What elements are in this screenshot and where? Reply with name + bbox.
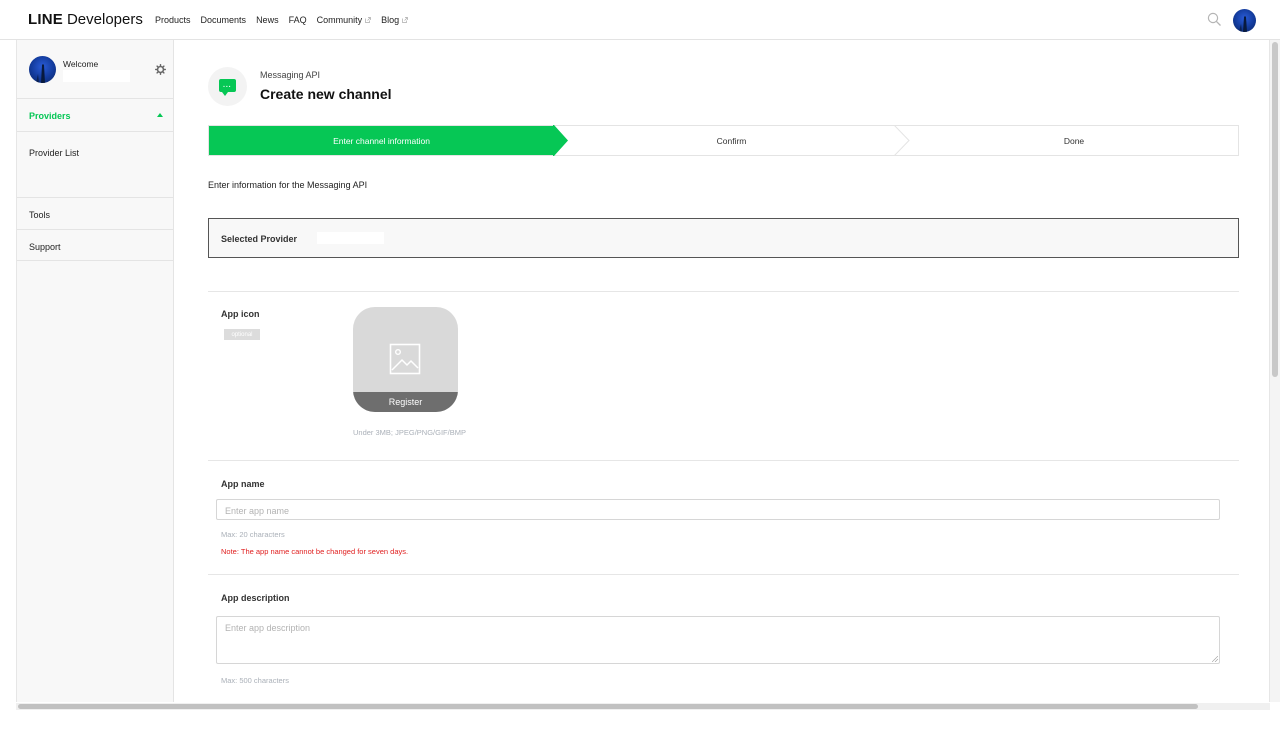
app-name-label: App name: [221, 479, 265, 489]
search-icon[interactable]: [1207, 12, 1222, 27]
sidebar-item-providers[interactable]: Providers: [17, 99, 174, 132]
welcome-text: Welcome: [63, 59, 99, 69]
top-header: LINE Developers Products Documents News F…: [0, 0, 1280, 40]
nav-products-label: Products: [155, 15, 191, 25]
vertical-scrollbar[interactable]: [1270, 40, 1280, 702]
vertical-scrollbar-thumb[interactable]: [1272, 42, 1278, 377]
selected-provider-box: Selected Provider: [208, 218, 1239, 258]
register-label: Register: [388, 397, 423, 407]
avatar[interactable]: [29, 56, 56, 83]
step-confirm: Confirm: [569, 126, 894, 155]
page-title: Create new channel: [260, 86, 392, 102]
optional-badge: optional: [224, 329, 260, 340]
breadcrumb: Messaging API: [260, 70, 321, 80]
main-frame: Welcome Providers Provider List Tools Su…: [16, 40, 1270, 702]
sidebar-item-support[interactable]: Support: [17, 229, 174, 261]
section-divider: [208, 460, 1239, 461]
app-name-warning: Note: The app name cannot be changed for…: [221, 547, 409, 556]
horizontal-scrollbar-thumb[interactable]: [18, 704, 1198, 709]
step-arrow-active: [553, 125, 568, 156]
sidebar-item-label: Tools: [29, 210, 51, 220]
nav-blog-label: Blog: [381, 15, 400, 25]
nav-community[interactable]: Community: [317, 15, 372, 25]
app-icon-hint: Under 3MB; JPEG/PNG/GIF/BMP: [353, 428, 466, 437]
sidebar: Welcome Providers Provider List Tools Su…: [17, 40, 174, 702]
line-developers-logo[interactable]: LINE Developers: [28, 11, 143, 28]
nav-documents[interactable]: Documents: [201, 15, 247, 25]
resize-handle-icon[interactable]: [1212, 656, 1218, 662]
app-description-hint: Max: 500 characters: [221, 676, 289, 685]
intro-text: Enter information for the Messaging API: [208, 180, 368, 190]
chevron-up-icon: [157, 113, 163, 117]
app-name-input[interactable]: Enter app name: [216, 499, 1220, 520]
external-link-icon: [365, 17, 371, 23]
app-description-label: App description: [221, 593, 290, 603]
horizontal-scrollbar[interactable]: [16, 703, 1270, 710]
nav-products[interactable]: Products: [155, 15, 191, 25]
app-description-textarea[interactable]: Enter app description: [216, 616, 1220, 664]
sidebar-item-tools[interactable]: Tools: [17, 197, 174, 229]
logo-developers-text: Developers: [66, 11, 143, 28]
avatar[interactable]: [1233, 9, 1256, 32]
step-done: Done: [909, 126, 1239, 155]
main-content: ··· Messaging API Create new channel Ent…: [175, 40, 1271, 702]
nav-community-label: Community: [316, 15, 363, 25]
step-enter-info: Enter channel information: [209, 126, 554, 155]
nav-news[interactable]: News: [256, 15, 279, 25]
ellipsis-glyph: ···: [223, 84, 232, 91]
nav-faq[interactable]: FAQ: [289, 15, 307, 25]
step-label: Confirm: [716, 135, 747, 146]
avatar-image: [1239, 16, 1247, 32]
avatar-image: [36, 64, 45, 83]
main-nav: Products Documents News FAQ Community Bl…: [155, 15, 408, 25]
sidebar-item-provider-list[interactable]: Provider List: [29, 148, 79, 158]
sidebar-item-label: Providers: [29, 111, 71, 121]
sidebar-user: Welcome: [17, 40, 174, 99]
app-icon-label: App icon: [221, 309, 260, 319]
step-label: Done: [1063, 135, 1085, 146]
nav-news-label: News: [256, 15, 279, 25]
user-name: [63, 70, 130, 82]
step-label: Enter channel information: [333, 135, 430, 146]
messaging-api-icon: ···: [208, 67, 247, 106]
step-arrow: [894, 125, 910, 156]
progress-stepper: Enter channel information Confirm Done: [208, 125, 1239, 156]
section-divider: [208, 291, 1239, 292]
nav-faq-label: FAQ: [288, 15, 307, 25]
gear-icon[interactable]: [155, 64, 166, 75]
external-link-icon: [402, 17, 408, 23]
nav-blog[interactable]: Blog: [381, 15, 408, 25]
selected-provider-value: [317, 232, 384, 244]
selected-provider-label: Selected Provider: [221, 234, 298, 244]
logo-line-text: LINE: [28, 11, 63, 28]
app-name-placeholder: Enter app name: [225, 506, 290, 516]
nav-documents-label: Documents: [200, 15, 247, 25]
section-divider: [208, 574, 1239, 575]
app-name-hint: Max: 20 characters: [221, 530, 285, 539]
register-button[interactable]: Register: [353, 392, 458, 412]
image-placeholder-icon: [389, 343, 421, 375]
app-description-placeholder: Enter app description: [225, 623, 311, 633]
app-icon-upload[interactable]: Register: [353, 307, 458, 412]
sidebar-item-label: Support: [29, 242, 61, 252]
